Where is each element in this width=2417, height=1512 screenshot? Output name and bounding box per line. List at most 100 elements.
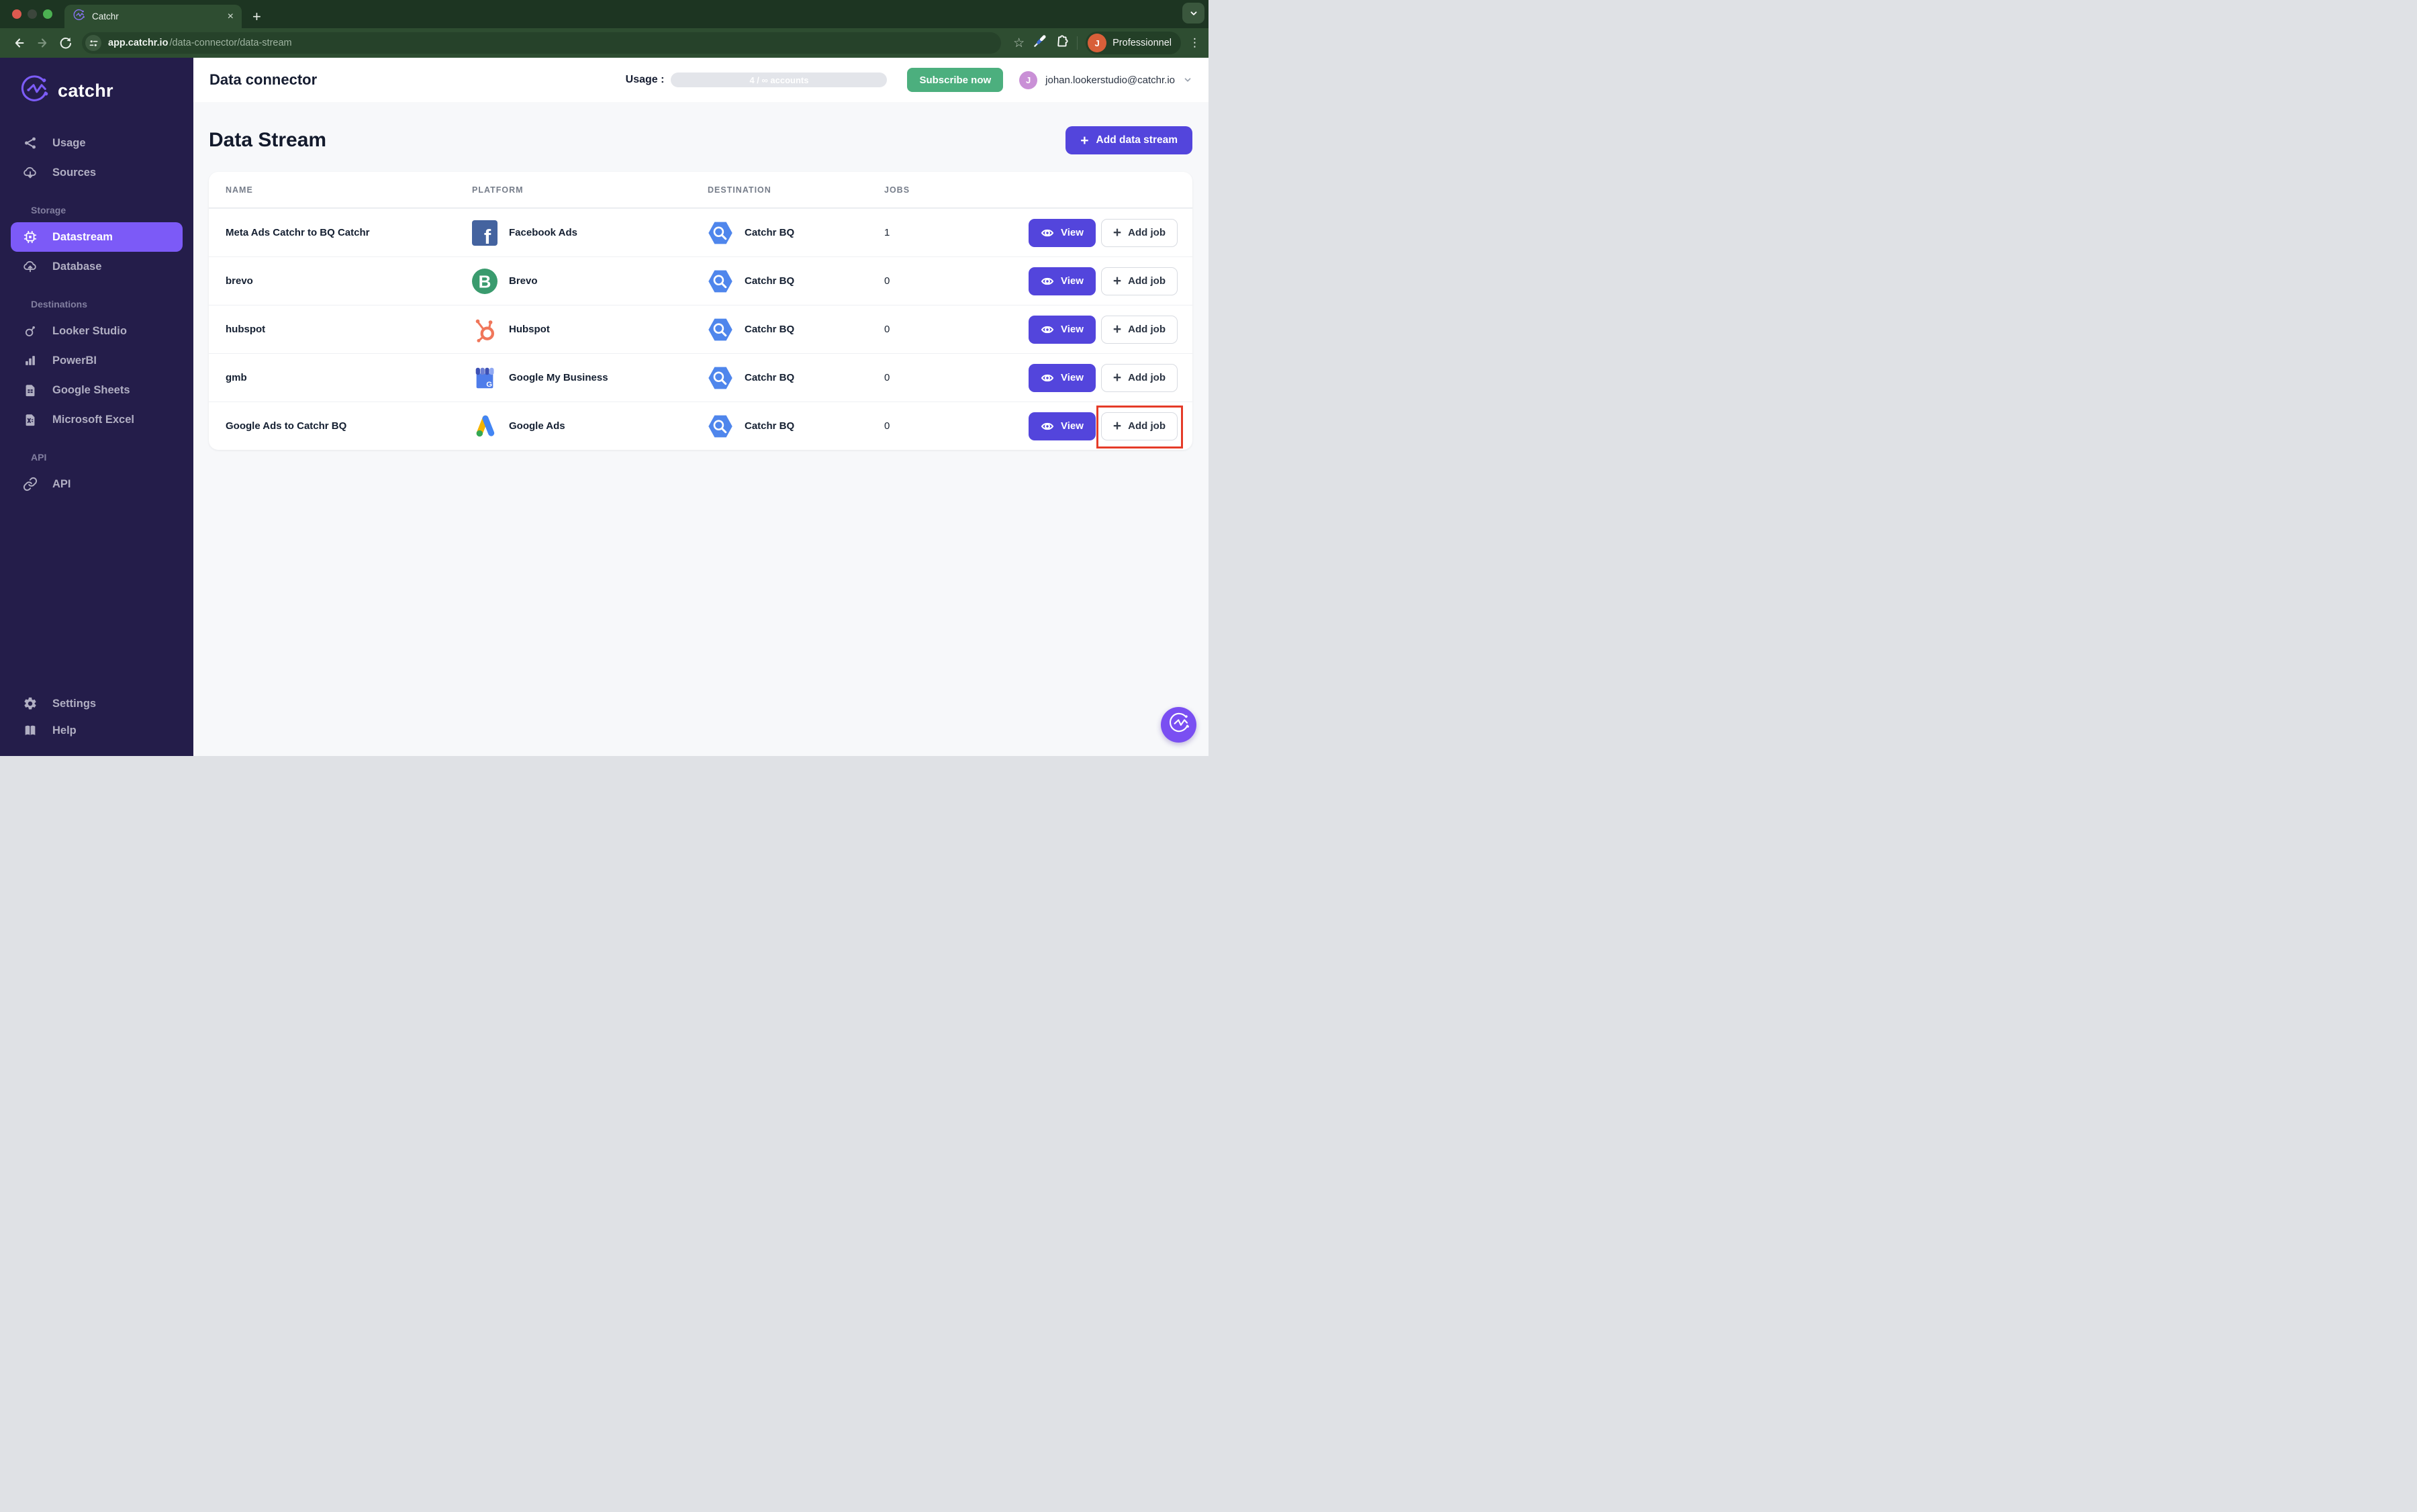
add-job-button-highlighted[interactable]: + Add job: [1100, 412, 1178, 440]
cloud-upload-icon: [23, 261, 36, 273]
page-section-title: Data connector: [209, 71, 318, 88]
column-header-destination: DESTINATION: [708, 185, 771, 195]
platform-label: Hubspot: [509, 324, 550, 335]
view-button[interactable]: View: [1028, 267, 1096, 295]
browser-tab[interactable]: Catchr ×: [64, 5, 242, 28]
sidebar-item-usage[interactable]: Usage: [11, 128, 183, 158]
bookmark-star-icon[interactable]: ☆: [1013, 36, 1025, 51]
sidebar-item-api[interactable]: API: [11, 469, 183, 499]
eyedropper-pen-icon[interactable]: [1033, 34, 1047, 52]
eye-icon: [1041, 374, 1054, 381]
forward-button[interactable]: [31, 32, 54, 54]
stream-name: Meta Ads Catchr to BQ Catchr: [226, 227, 370, 238]
sidebar-item-looker-studio[interactable]: Looker Studio: [11, 316, 183, 346]
plus-icon: +: [1112, 370, 1122, 385]
add-job-button[interactable]: + Add job: [1100, 315, 1178, 344]
platform-label: Google Ads: [509, 420, 565, 432]
tab-search-button[interactable]: [1182, 3, 1204, 23]
view-button[interactable]: View: [1028, 412, 1096, 440]
add-job-label: Add job: [1128, 372, 1166, 383]
browser-menu-icon[interactable]: ⋮: [1189, 36, 1200, 50]
sidebar-item-google-sheets[interactable]: Google Sheets: [11, 375, 183, 405]
row-actions: View + Add job: [965, 405, 1184, 448]
plus-icon: +: [1112, 273, 1122, 289]
reload-icon: [60, 37, 71, 48]
row-actions: View + Add job: [965, 315, 1178, 344]
bigquery-icon: [708, 220, 733, 246]
view-button[interactable]: View: [1028, 363, 1096, 392]
destination-label: Catchr BQ: [745, 372, 795, 383]
sidebar-item-sources[interactable]: Sources: [11, 158, 183, 187]
site-settings-icon[interactable]: [85, 35, 101, 51]
data-stream-table: NAME PLATFORM DESTINATION JOBS Meta Ads …: [209, 172, 1192, 450]
toolbar-divider: [1077, 36, 1078, 50]
row-actions: View + Add job: [965, 267, 1178, 295]
sidebar-item-label: Sources: [52, 166, 97, 179]
platform-label: Google My Business: [509, 372, 608, 383]
window-close-button[interactable]: [12, 9, 21, 19]
tab-close-icon[interactable]: ×: [228, 11, 234, 22]
jobs-count: 0: [884, 324, 890, 335]
link-icon: [23, 477, 38, 491]
sidebar-section-api: API: [31, 452, 47, 463]
row-actions: View + Add job: [965, 218, 1178, 247]
sidebar-item-microsoft-excel[interactable]: Microsoft Excel: [11, 405, 183, 434]
add-job-label: Add job: [1128, 324, 1166, 335]
back-button[interactable]: [8, 32, 31, 54]
bigquery-icon: [708, 317, 733, 342]
google-ads-icon: [472, 414, 497, 439]
table-row: Meta Ads Catchr to BQ Catchr f Facebook …: [209, 208, 1192, 256]
chat-widget-button[interactable]: [1161, 707, 1196, 743]
toolbar-right: ☆ J Professionnel ⋮: [1013, 32, 1200, 54]
destination-label: Catchr BQ: [745, 275, 795, 287]
destination-cell: Catchr BQ: [708, 365, 884, 391]
book-icon: [25, 725, 36, 735]
sidebar-item-settings[interactable]: Settings: [11, 690, 183, 717]
add-job-button[interactable]: + Add job: [1100, 363, 1178, 392]
add-data-stream-button[interactable]: + Add data stream: [1065, 126, 1192, 154]
url-bar[interactable]: app.catchr.io /data-connector/data-strea…: [82, 32, 1002, 54]
jobs-count: 0: [884, 372, 890, 383]
sidebar: catchr Usage Sources Storage Datastream: [0, 58, 193, 756]
window-minimize-button[interactable]: [28, 9, 37, 19]
brand[interactable]: catchr: [0, 74, 193, 108]
jobs-count: 0: [884, 275, 890, 287]
sidebar-item-database[interactable]: Database: [11, 252, 183, 281]
extensions-puzzle-icon[interactable]: [1055, 34, 1069, 52]
destination-cell: Catchr BQ: [708, 269, 884, 294]
stream-name: hubspot: [226, 324, 266, 335]
browser-profile-chip[interactable]: J Professionnel: [1086, 32, 1181, 54]
screen: Catchr × + app.catchr.io /data-connector…: [0, 0, 1208, 756]
sidebar-item-powerbi[interactable]: PowerBI: [11, 346, 183, 375]
reload-button[interactable]: [54, 32, 77, 54]
sidebar-item-label: Looker Studio: [52, 324, 127, 337]
stream-name: gmb: [226, 372, 247, 383]
view-label: View: [1060, 324, 1084, 335]
add-job-button[interactable]: + Add job: [1100, 267, 1178, 295]
share-nodes-icon: [25, 137, 36, 149]
view-label: View: [1060, 372, 1084, 383]
account-menu[interactable]: J johan.lookerstudio@catchr.io: [1019, 70, 1192, 89]
new-tab-button[interactable]: +: [252, 5, 261, 28]
svg-text:f: f: [484, 225, 491, 246]
window-zoom-button[interactable]: [43, 9, 52, 19]
view-button[interactable]: View: [1028, 315, 1096, 344]
usage-progress-bar: 4 / ∞ accounts: [671, 73, 888, 87]
sidebar-item-label: Database: [52, 260, 102, 273]
subscribe-now-button[interactable]: Subscribe now: [907, 68, 1004, 92]
sidebar-item-label: Usage: [52, 136, 86, 149]
view-label: View: [1060, 227, 1084, 238]
platform-label: Brevo: [509, 275, 538, 287]
sidebar-item-help[interactable]: Help: [11, 717, 183, 744]
url-path: /data-connector/data-stream: [169, 38, 292, 48]
add-job-button[interactable]: + Add job: [1100, 218, 1178, 247]
destination-cell: Catchr BQ: [708, 414, 884, 439]
app-shell: catchr Usage Sources Storage Datastream: [0, 58, 1208, 756]
sidebar-item-datastream[interactable]: Datastream: [11, 222, 183, 252]
view-button[interactable]: View: [1028, 218, 1096, 247]
highlight-annotation-box: + Add job: [1096, 405, 1184, 448]
tab-title: Catchr: [92, 11, 119, 21]
column-header-jobs: JOBS: [884, 185, 910, 195]
account-avatar: J: [1019, 70, 1038, 89]
